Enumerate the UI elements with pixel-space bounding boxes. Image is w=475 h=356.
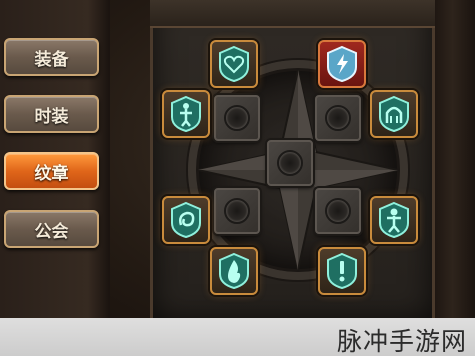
game-screen: 装备 时装 纹章 公会 脉冲手游网 — [0, 0, 475, 356]
emblem-slot-5[interactable] — [162, 196, 210, 244]
right-frame-column — [430, 0, 475, 320]
socket-hole-icon — [325, 105, 351, 131]
figure-emblem-icon — [171, 95, 201, 133]
emblem-slot-4[interactable] — [370, 90, 418, 138]
emblem-slot-6[interactable] — [370, 196, 418, 244]
menu-button-guild[interactable]: 公会 — [4, 210, 99, 248]
heart-emblem-icon — [219, 45, 249, 83]
emblem-slot-3[interactable] — [162, 90, 210, 138]
socket-hole-icon — [224, 105, 250, 131]
menu-button-emblem[interactable]: 纹章 — [4, 152, 99, 190]
empty-socket[interactable] — [214, 188, 260, 234]
fire-emblem-icon — [219, 252, 249, 290]
empty-socket[interactable] — [315, 188, 361, 234]
emblem-slot-7[interactable] — [210, 247, 258, 295]
emblem-slot-2[interactable] — [318, 40, 366, 88]
emblem-slot-1[interactable] — [210, 40, 258, 88]
socket-hole-icon — [325, 198, 351, 224]
watermark-text: 脉冲手游网 — [336, 327, 467, 356]
exclaim-emblem-icon — [327, 252, 357, 290]
menu-button-costume[interactable]: 时装 — [4, 95, 99, 133]
empty-socket[interactable] — [214, 95, 260, 141]
bolt-emblem-icon — [327, 45, 357, 83]
panel-top-frame — [150, 0, 435, 28]
center-socket[interactable] — [267, 140, 313, 186]
person-emblem-icon — [379, 201, 409, 239]
socket-hole-icon — [224, 198, 250, 224]
swirl-emblem-icon — [171, 201, 201, 239]
arch-emblem-icon — [379, 95, 409, 133]
emblem-slot-8[interactable] — [318, 247, 366, 295]
menu-button-equipment[interactable]: 装备 — [4, 38, 99, 76]
socket-hole-icon — [277, 150, 303, 176]
empty-socket[interactable] — [315, 95, 361, 141]
